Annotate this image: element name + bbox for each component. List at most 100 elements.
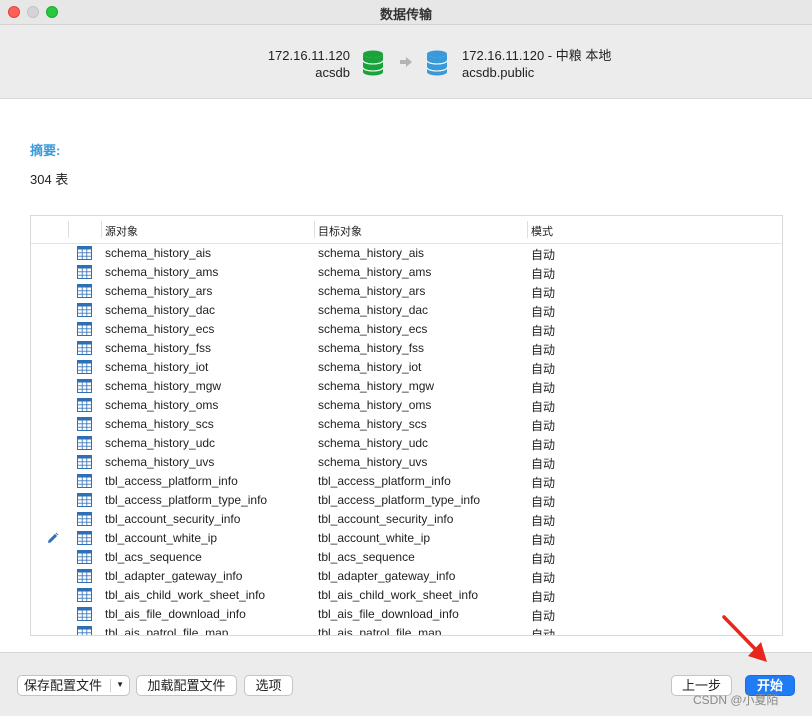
mode-cell: 自动 <box>531 495 556 509</box>
mode-cell: 自动 <box>531 324 556 338</box>
target-object-cell: tbl_account_white_ip <box>318 531 431 545</box>
table-icon <box>77 341 92 355</box>
target-info: 172.16.11.120 - 中粮 本地 acsdb.public <box>462 47 611 81</box>
target-object-cell: schema_history_scs <box>318 417 427 431</box>
table-row[interactable]: schema_history_ecs schema_history_ecs 自动 <box>31 320 782 339</box>
table-row[interactable]: schema_history_fss schema_history_fss 自动 <box>31 339 782 358</box>
source-object-cell: schema_history_ecs <box>105 322 215 336</box>
source-object-cell: tbl_ais_patrol_file_map <box>105 626 229 636</box>
table-row[interactable]: schema_history_iot schema_history_iot 自动 <box>31 358 782 377</box>
mode-cell: 自动 <box>531 267 556 281</box>
column-divider[interactable] <box>314 221 315 238</box>
table-icon <box>77 379 92 393</box>
table-row[interactable]: tbl_ais_file_download_info tbl_ais_file_d… <box>31 605 782 624</box>
target-object-cell: schema_history_udc <box>318 436 429 450</box>
mode-cell: 自动 <box>531 590 556 604</box>
target-object-cell: schema_history_ams <box>318 265 432 279</box>
source-object-cell: schema_history_ais <box>105 246 212 260</box>
target-object-cell: schema_history_ais <box>318 246 425 260</box>
mode-cell: 自动 <box>531 533 556 547</box>
target-database: acsdb.public <box>462 65 535 80</box>
table-row[interactable]: schema_history_dac schema_history_dac 自动 <box>31 301 782 320</box>
save-config-button[interactable]: 保存配置文件 ▼ <box>17 675 130 696</box>
table-icon <box>77 588 92 602</box>
watermark: CSDN @小夏陌 <box>693 693 779 707</box>
mode-cell: 自动 <box>531 419 556 433</box>
source-object-cell: schema_history_ars <box>105 284 213 298</box>
table-row[interactable]: tbl_adapter_gateway_info tbl_adapter_gate… <box>31 567 782 586</box>
source-object-cell: tbl_ais_child_work_sheet_info <box>105 588 266 602</box>
source-object-cell: schema_history_ams <box>105 265 219 279</box>
table-row[interactable]: tbl_access_platform_info tbl_access_platf… <box>31 472 782 491</box>
target-object-cell: tbl_ais_child_work_sheet_info <box>318 588 479 602</box>
table-row[interactable]: schema_history_scs schema_history_scs 自动 <box>31 415 782 434</box>
source-object-cell: schema_history_udc <box>105 436 216 450</box>
target-object-cell: tbl_adapter_gateway_info <box>318 569 456 583</box>
mode-cell: 自动 <box>531 571 556 585</box>
target-object-cell: schema_history_ecs <box>318 322 428 336</box>
target-object-cell: tbl_ais_patrol_file_map <box>318 626 442 636</box>
mode-cell: 自动 <box>531 305 556 319</box>
table-icon <box>77 550 92 564</box>
source-object-cell: tbl_access_platform_type_info <box>105 493 268 507</box>
button-separator <box>110 679 111 692</box>
table-icon <box>77 512 92 526</box>
window-titlebar: 数据传输 <box>0 0 812 25</box>
column-divider[interactable] <box>527 221 528 238</box>
table-row[interactable]: schema_history_oms schema_history_oms 自动 <box>31 396 782 415</box>
table-row[interactable]: schema_history_udc schema_history_udc 自动 <box>31 434 782 453</box>
table-icon <box>77 569 92 583</box>
target-object-cell: tbl_access_platform_type_info <box>318 493 481 507</box>
table-row[interactable]: schema_history_uvs schema_history_uvs 自动 <box>31 453 782 472</box>
source-database-icon <box>362 50 384 76</box>
transfer-header: 172.16.11.120 acsdb 172.16.11.120 - 中粮 本… <box>0 25 812 99</box>
target-object-cell: schema_history_uvs <box>318 455 428 469</box>
load-config-button[interactable]: 加载配置文件 <box>136 675 237 696</box>
source-object-cell: schema_history_fss <box>105 341 212 355</box>
table-row[interactable]: schema_history_ars schema_history_ars 自动 <box>31 282 782 301</box>
table-icon <box>77 303 92 317</box>
mode-cell: 自动 <box>531 438 556 452</box>
table-row[interactable]: tbl_acs_sequence tbl_acs_sequence 自动 <box>31 548 782 567</box>
column-divider[interactable] <box>101 221 102 238</box>
source-object-cell: schema_history_dac <box>105 303 216 317</box>
mode-cell: 自动 <box>531 552 556 566</box>
mode-cell: 自动 <box>531 343 556 357</box>
footer-bar: 保存配置文件 ▼ 加载配置文件 选项 上一步 开始 CSDN @小夏陌 <box>0 652 812 716</box>
table-row[interactable]: schema_history_ams schema_history_ams 自动 <box>31 263 782 282</box>
table-row[interactable]: tbl_account_white_ip tbl_account_white_ip… <box>31 529 782 548</box>
table-icon <box>77 455 92 469</box>
pencil-icon[interactable] <box>46 532 59 545</box>
table-icon <box>77 436 92 450</box>
mode-cell: 自动 <box>531 457 556 471</box>
table-icon <box>77 284 92 298</box>
mode-cell: 自动 <box>531 514 556 528</box>
target-object-cell: tbl_access_platform_info <box>318 474 451 488</box>
summary-label: 摘要: <box>30 143 61 158</box>
column-header-source[interactable]: 源对象 <box>105 223 138 239</box>
column-header-mode[interactable]: 模式 <box>531 223 553 239</box>
target-database-icon <box>426 50 448 76</box>
table-row[interactable]: schema_history_mgw schema_history_mgw 自动 <box>31 377 782 396</box>
column-header-target[interactable]: 目标对象 <box>318 223 362 239</box>
table-icon <box>77 607 92 621</box>
mode-cell: 自动 <box>531 609 556 623</box>
target-host: 172.16.11.120 - 中粮 本地 <box>462 48 612 63</box>
mode-cell: 自动 <box>531 400 556 414</box>
table-row[interactable]: tbl_access_platform_type_info tbl_access_… <box>31 491 782 510</box>
table-icon <box>77 474 92 488</box>
mode-cell: 自动 <box>531 628 556 636</box>
annotation-arrow-icon <box>722 615 767 662</box>
column-divider[interactable] <box>68 221 69 238</box>
table-row[interactable]: tbl_ais_child_work_sheet_info tbl_ais_chi… <box>31 586 782 605</box>
options-button[interactable]: 选项 <box>244 675 293 696</box>
source-object-cell: tbl_acs_sequence <box>105 550 202 564</box>
table-row[interactable]: tbl_account_security_info tbl_account_sec… <box>31 510 782 529</box>
target-object-cell: tbl_ais_file_download_info <box>318 607 459 621</box>
transfer-table[interactable]: 源对象 目标对象 模式 schema_history_ais schema_his… <box>30 215 783 636</box>
source-object-cell: schema_history_iot <box>105 360 209 374</box>
chevron-down-icon[interactable]: ▼ <box>116 675 124 694</box>
table-row[interactable]: tbl_ais_patrol_file_map tbl_ais_patrol_fi… <box>31 624 782 636</box>
source-object-cell: tbl_adapter_gateway_info <box>105 569 243 583</box>
table-row[interactable]: schema_history_ais schema_history_ais 自动 <box>31 244 782 263</box>
